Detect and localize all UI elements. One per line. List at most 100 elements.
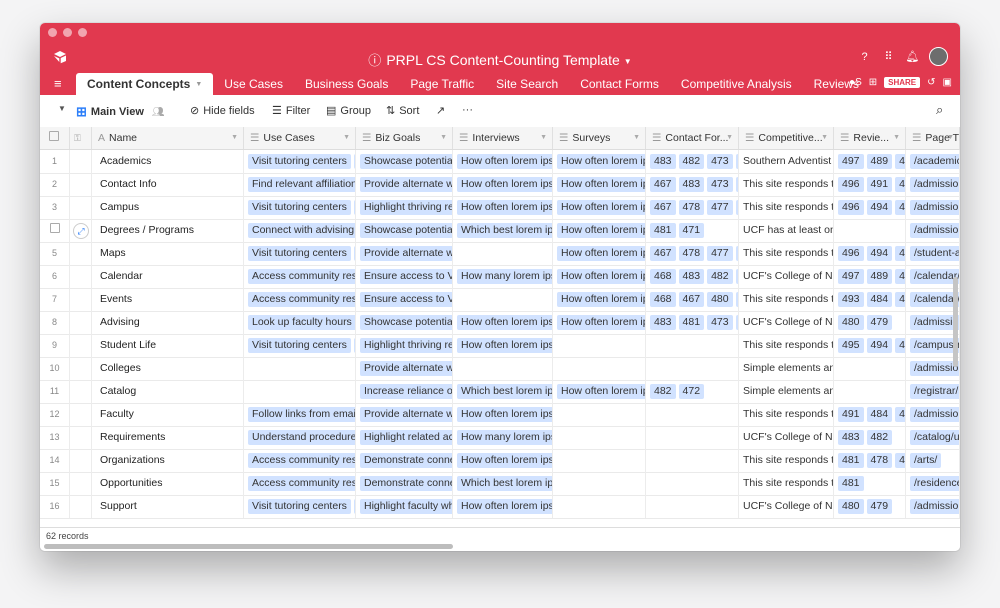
cell-srv[interactable] [553, 403, 646, 426]
linked-record-pill[interactable]: How often lorem ipsu [457, 177, 552, 192]
column-header-use[interactable]: ☰ Use Cases ▼ [244, 127, 356, 149]
cell-use[interactable]: Visit tutoring centersV [244, 242, 356, 265]
linked-record-pill[interactable]: /admissions/conta [910, 177, 959, 192]
linked-record-pill[interactable]: 473 [707, 177, 733, 192]
column-menu-caret-icon[interactable]: ▼ [821, 127, 828, 149]
cell-int[interactable]: How many lorem ipsu [453, 426, 553, 449]
linked-record-pill[interactable]: Access community reso [248, 292, 355, 307]
linked-record-pill[interactable]: /admissions/conta [910, 499, 959, 514]
cell-pt[interactable]: /admissions/conta [906, 219, 960, 242]
cell-use[interactable]: Visit tutoring centersI [244, 495, 356, 518]
cell-biz[interactable]: Showcase potential [356, 219, 453, 242]
linked-record-pill[interactable]: Provide alternate wa [360, 177, 452, 192]
cell-biz[interactable]: Demonstrate connec [356, 449, 453, 472]
cell-srv[interactable]: How often lorem ip [553, 311, 646, 334]
linked-record-pill[interactable]: 493 [838, 292, 864, 307]
linked-record-pill[interactable]: How often lorem ip [557, 246, 645, 261]
cell-srv[interactable]: How often lorem ip [553, 265, 646, 288]
cell-comp[interactable]: This site responds t [739, 403, 834, 426]
linked-record-pill[interactable]: /admissions/conta [910, 200, 959, 215]
tab-use-cases[interactable]: Use Cases [213, 73, 294, 95]
cell-biz[interactable]: Highlight thriving re [356, 334, 453, 357]
cell-comp[interactable]: Southern Adventist [739, 150, 834, 173]
table-row[interactable]: 16 SupportVisit tutoring centersI Highligh… [40, 495, 960, 519]
linked-record-pill[interactable]: 483 [678, 269, 705, 284]
cell-comp[interactable]: Simple elements an [739, 380, 834, 403]
cell-name[interactable]: Opportunities [92, 472, 244, 495]
hamburger-menu-icon[interactable]: ≡ [54, 76, 62, 91]
linked-record-pill[interactable]: 48 [895, 292, 905, 307]
cell-rev[interactable]: 49649448 [834, 196, 906, 219]
linked-record-pill[interactable]: /admissions/conta [910, 223, 959, 238]
cell-comp[interactable]: This site responds t [739, 173, 834, 196]
cell-pt[interactable]: /admissions/conta [906, 311, 960, 334]
linked-record-pill[interactable]: How often lorem ip [557, 269, 645, 284]
linked-record-pill[interactable]: 478 [678, 246, 705, 261]
linked-record-pill[interactable]: How many lorem ipsu [457, 269, 552, 284]
cell-name[interactable]: Contact Info [92, 173, 244, 196]
cell-int[interactable]: How often lorem ipsu [453, 495, 553, 518]
cell-srv[interactable]: How often lorem ip [553, 288, 646, 311]
base-title[interactable]: ⓘ PRPL CS Content-Counting Template ▼ [40, 50, 960, 69]
linked-record-pill[interactable]: How often lorem ipsu [457, 200, 552, 215]
cell-biz[interactable]: Showcase potential [356, 150, 453, 173]
table-row[interactable]: 13 Requirements Understand procedures Highl… [40, 426, 960, 450]
cell-biz[interactable]: Highlight related aca [356, 426, 453, 449]
cell-srv[interactable]: How often lorem ip [553, 196, 646, 219]
linked-record-pill[interactable]: 480 [707, 292, 733, 307]
linked-record-pill[interactable]: Highlight thriving re [360, 200, 452, 215]
minimize-dot[interactable] [63, 28, 72, 37]
column-menu-caret-icon[interactable]: ▼ [540, 127, 547, 149]
table-row[interactable]: 9 Student LifeVisit tutoring centersV High… [40, 334, 960, 358]
linked-record-pill[interactable]: 481 [838, 453, 864, 468]
cell-comp[interactable]: UCF's College of Nu [739, 265, 834, 288]
cell-biz[interactable]: Highlight thriving re [356, 196, 453, 219]
cell-comp[interactable]: UCF's College of Nu [739, 495, 834, 518]
linked-record-pill[interactable]: How often lorem ip [557, 177, 645, 192]
linked-record-pill[interactable]: 478 [866, 453, 893, 468]
cell-rev[interactable] [834, 357, 906, 380]
linked-record-pill[interactable]: 482 [650, 384, 676, 399]
linked-record-pill[interactable]: How often lorem ip [557, 154, 645, 169]
cell-comp[interactable]: UCF has at least on [739, 219, 834, 242]
tab-contact-forms[interactable]: Contact Forms [569, 73, 670, 95]
cell-use[interactable]: Find relevant affiliation [244, 173, 356, 196]
linked-record-pill[interactable]: /registrar/ [910, 384, 959, 399]
cell-comp[interactable]: UCF's College of Nu [739, 311, 834, 334]
cell-srv[interactable] [553, 495, 646, 518]
view-switcher-caret-icon[interactable]: ▼ [58, 104, 66, 113]
cell-rev[interactable]: 49549448 [834, 334, 906, 357]
linked-record-pill[interactable]: Demonstrate connec [360, 476, 452, 491]
linked-record-pill[interactable]: /admissions/conta [910, 407, 959, 422]
linked-record-pill[interactable]: Connect with advising r [248, 223, 355, 238]
column-header-pt[interactable]: ☰Page Traffic▼ [906, 127, 960, 149]
linked-record-pill[interactable]: Provide alternate wa [360, 361, 452, 376]
linked-record-pill[interactable]: How often lorem ipsu [457, 499, 552, 514]
table-row[interactable]: 12 Faculty Follow links from email Provide … [40, 403, 960, 427]
column-menu-caret-icon[interactable]: ▼ [726, 127, 733, 149]
cell-int[interactable] [453, 242, 553, 265]
cell-cf[interactable]: 46747847747 [646, 242, 739, 265]
filter-button[interactable]: ☰ Filter [272, 104, 310, 118]
linked-record-pill[interactable]: Look up faculty hours a [248, 315, 355, 330]
linked-record-pill[interactable]: Ensure access to Vis [360, 269, 452, 284]
linked-record-pill[interactable]: 494 [866, 246, 893, 261]
cell-comp[interactable]: This site responds t [739, 288, 834, 311]
cell-int[interactable]: How often lorem ipsu [453, 334, 553, 357]
cell-use[interactable]: Visit tutoring centersV [244, 196, 356, 219]
column-menu-caret-icon[interactable]: ▼ [893, 127, 900, 149]
linked-record-pill[interactable]: 494 [866, 200, 893, 215]
cell-comp[interactable]: This site responds t [739, 472, 834, 495]
linked-record-pill[interactable]: How often lorem ip [557, 384, 645, 399]
column-header-comp[interactable]: ☰ Competitive... ▼ [739, 127, 834, 149]
linked-record-pill[interactable]: Which best lorem ips [457, 384, 552, 399]
cell-biz[interactable]: Provide alternate wa [356, 173, 453, 196]
linked-record-pill[interactable]: 48 [895, 154, 905, 169]
close-dot[interactable] [48, 28, 57, 37]
cell-use[interactable]: Access community reso [244, 472, 356, 495]
linked-record-pill[interactable]: Highlight faculty wh [360, 499, 452, 514]
linked-record-pill[interactable]: Visit tutoring centers [248, 246, 351, 261]
table-row[interactable]: ⤢ Degrees / Programs Connect with advising… [40, 219, 960, 243]
row-checkbox[interactable] [49, 223, 60, 233]
select-all-checkbox[interactable] [40, 127, 70, 149]
